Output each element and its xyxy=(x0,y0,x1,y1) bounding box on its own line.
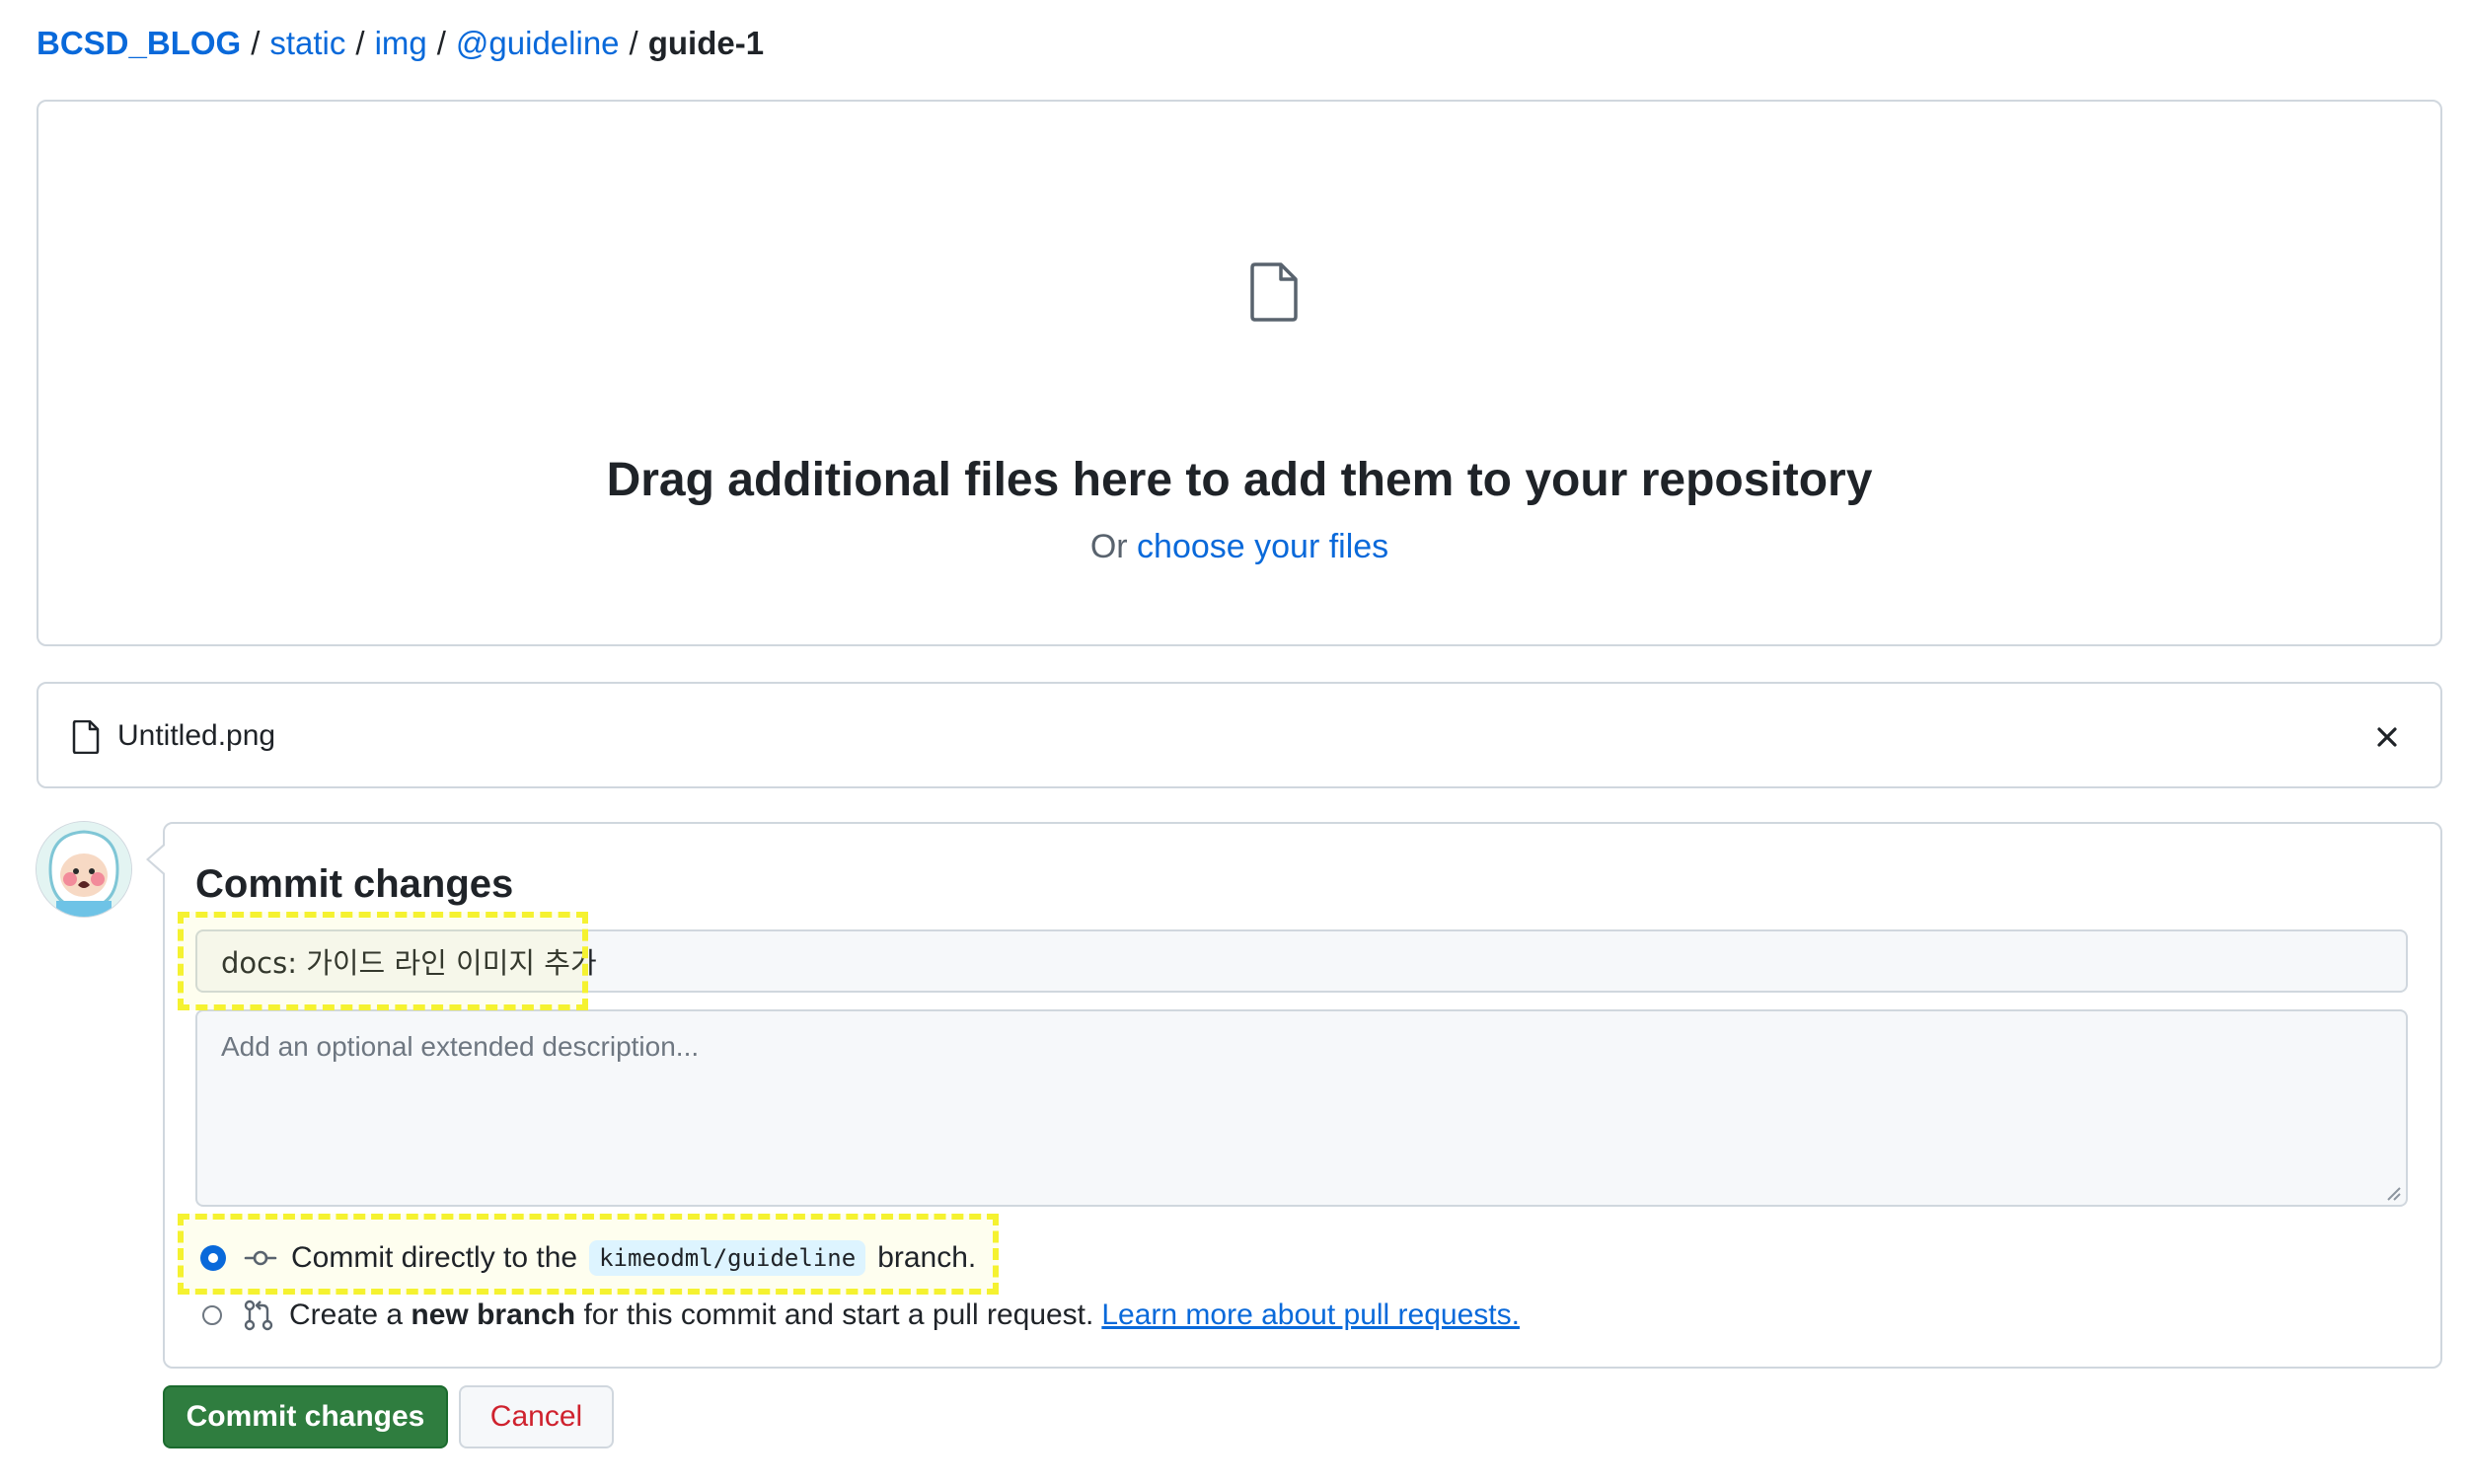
choose-files-link[interactable]: choose your files xyxy=(1137,528,1388,565)
breadcrumb-separator: / xyxy=(436,25,446,61)
resize-grip-icon[interactable] xyxy=(2382,1182,2402,1202)
breadcrumb-repo-link[interactable]: BCSD_BLOG xyxy=(37,25,241,61)
breadcrumb-link-img[interactable]: img xyxy=(375,25,427,61)
file-name: Untitled.png xyxy=(117,719,276,752)
git-pull-request-icon xyxy=(244,1299,273,1331)
breadcrumb-link-guideline[interactable]: @guideline xyxy=(456,25,620,61)
branch-name: kimeodml/guideline xyxy=(589,1240,866,1276)
commit-title: Commit changes xyxy=(195,862,514,906)
comment-caret-fill xyxy=(149,846,165,873)
learn-more-pull-requests-link[interactable]: Learn more about pull requests. xyxy=(1101,1298,1520,1332)
commit-direct-suffix: branch. xyxy=(877,1241,977,1274)
avatar-illustration xyxy=(37,822,131,917)
commit-summary-input[interactable] xyxy=(195,929,2408,993)
new-branch-radio[interactable] xyxy=(202,1305,222,1325)
dropzone-title: Drag additional files here to add them t… xyxy=(606,454,1873,506)
breadcrumb-separator: / xyxy=(355,25,365,61)
new-branch-option[interactable]: Create a new branch for this commit and … xyxy=(202,1296,1520,1335)
commit-direct-radio[interactable] xyxy=(202,1247,224,1269)
commit-direct-label: Commit directly to the xyxy=(291,1241,578,1274)
file-icon xyxy=(72,720,100,754)
dropzone-or-label: Or xyxy=(1089,528,1128,565)
cancel-button[interactable]: Cancel xyxy=(459,1385,614,1448)
avatar xyxy=(37,822,131,917)
dropzone-subtext: Or choose your files xyxy=(38,525,2440,568)
commit-description-input[interactable] xyxy=(195,1009,2408,1207)
file-icon xyxy=(1250,262,1298,322)
breadcrumb-separator: / xyxy=(251,25,261,61)
file-dropzone[interactable]: Drag additional files here to add them t… xyxy=(37,100,2442,646)
git-commit-icon xyxy=(244,1250,277,1266)
new-branch-suffix: for this commit and start a pull request… xyxy=(583,1298,1094,1331)
new-branch-prefix: Create a xyxy=(289,1298,404,1331)
breadcrumb-link-static[interactable]: static xyxy=(269,25,345,61)
breadcrumb-current: guide-1 xyxy=(647,25,765,61)
new-branch-bold: new branch xyxy=(411,1298,576,1331)
commit-direct-option[interactable]: Commit directly to the kimeodml/guidelin… xyxy=(202,1238,976,1278)
close-icon[interactable] xyxy=(2369,719,2405,755)
uploaded-file-row: Untitled.png xyxy=(37,682,2442,788)
commit-changes-button[interactable]: Commit changes xyxy=(163,1385,448,1448)
breadcrumb-separator: / xyxy=(629,25,638,61)
breadcrumb: BCSD_BLOG / static / img / @guideline / guide-1 xyxy=(37,22,764,65)
